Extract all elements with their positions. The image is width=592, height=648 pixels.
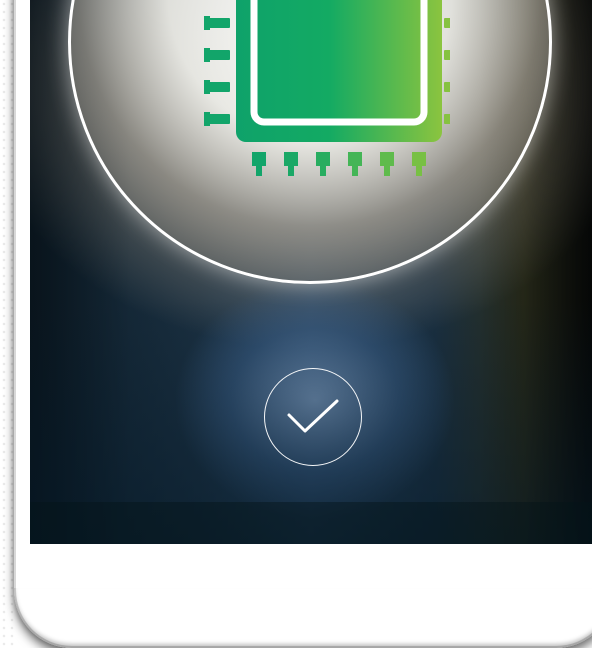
phone-screen xyxy=(30,0,592,544)
screen-bottom-band xyxy=(30,502,592,544)
checkmark-icon xyxy=(287,399,339,433)
confirm-checkmark-button[interactable] xyxy=(264,368,362,466)
illustration-canvas xyxy=(0,0,592,648)
background-dot-pattern xyxy=(0,0,14,648)
cpu-chip-icon xyxy=(204,0,450,176)
